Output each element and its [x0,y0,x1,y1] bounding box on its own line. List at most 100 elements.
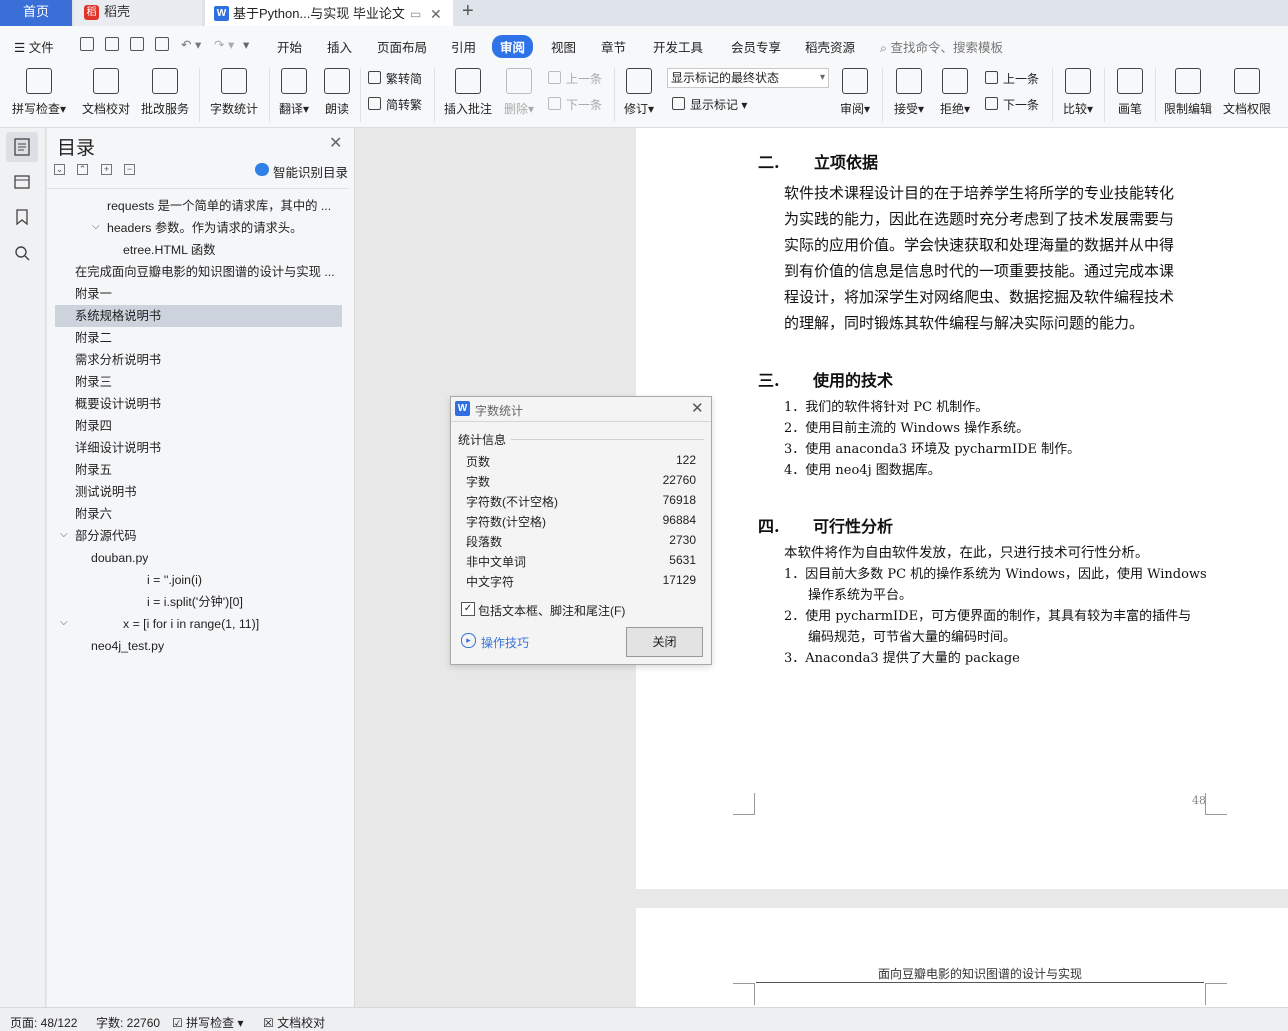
tab-daoke[interactable]: 稻 稻壳 [74,0,202,26]
menu-references[interactable]: 引用 [451,37,476,56]
toc-item[interactable]: x = [i for i in range(1, 11)] [123,613,259,635]
simp-to-trad-button[interactable]: 简转繁 [368,96,422,113]
next-change-button[interactable]: 下一条 [985,96,1039,113]
chevron-down-icon[interactable]: ⌵ [60,617,68,628]
collapse-all-icon[interactable]: ⌄ [54,164,65,175]
redo-icon[interactable]: ↷ ▾ [214,37,234,52]
command-search[interactable]: ⌕ 查找命令、搜索模板 [880,37,1003,56]
undo-icon[interactable]: ↶ ▾ [181,37,201,52]
toc-item[interactable]: 需求分析说明书 [75,349,161,371]
revise-button[interactable]: 修订▾ [620,68,658,117]
toc-item-selected[interactable]: 系统规格说明书 [55,305,342,327]
read-aloud-label: 朗读 [324,102,349,116]
correction-service-button[interactable]: 批改服务 [138,68,192,117]
tab-document[interactable]: W 基于Python...与实现 毕业论文 ▭ ✕ [205,0,453,26]
menu-page-layout[interactable]: 页面布局 [377,37,427,56]
toc-item[interactable]: 附录一 [75,283,112,305]
toc-item[interactable]: douban.py [91,547,148,569]
include-textbox-checkbox[interactable]: 包括文本框、脚注和尾注(F) [461,602,625,619]
ribbon-divider [1052,68,1053,122]
print-icon[interactable] [130,37,144,51]
export-pdf-icon[interactable] [105,37,119,51]
toc-item[interactable]: etree.HTML 函数 [123,239,215,261]
reject-button[interactable]: 拒绝▾ [936,68,974,117]
menu-chapter[interactable]: 章节 [601,37,626,56]
toc-item[interactable]: 详细设计说明书 [75,437,161,459]
heading-number: 四. [758,517,780,536]
toc-item[interactable]: 在完成面向豆瓣电影的知识图谱的设计与实现 ... [75,261,337,283]
status-proof-button[interactable]: ☒ 文档校对 [263,1014,325,1031]
prev-change-button[interactable]: 上一条 [985,70,1039,87]
dialog-close-icon[interactable]: ✕ [691,399,704,417]
page-indicator[interactable]: 页面: 48/122 [10,1014,77,1031]
toc-item[interactable]: 部分源代码 [75,525,137,547]
menu-member[interactable]: 会员专享 [731,37,781,56]
insert-comment-button[interactable]: 插入批注 [441,68,495,117]
bookmark-icon[interactable] [13,208,31,226]
toc-item[interactable]: i = ''.join(i) [147,569,202,591]
delete-comment-button[interactable]: 删除▾ [500,68,538,117]
trad-to-simp-label: 繁转简 [386,72,423,86]
toc-item[interactable]: 测试说明书 [75,481,137,503]
toc-item[interactable]: 概要设计说明书 [75,393,161,415]
save-icon[interactable] [80,37,94,51]
file-menu[interactable]: ☰ 文件 [14,37,54,56]
add-heading-icon[interactable]: + [101,164,112,175]
accept-button[interactable]: 接受▾ [890,68,928,117]
prev-comment-button[interactable]: 上一条 [548,70,602,87]
toc-item[interactable]: 附录三 [75,371,112,393]
compare-button[interactable]: 比较▾ [1059,68,1097,117]
chevron-down-icon[interactable]: ⌵ [60,529,68,540]
list-item: 2．使用目前主流的 Windows 操作系统。 [784,421,1030,436]
menu-dev-tools[interactable]: 开发工具 [653,37,703,56]
toc-item[interactable]: headers 参数。作为请求的请求头。 [107,217,302,239]
close-pane-icon[interactable]: ✕ [329,133,342,153]
word-count-button[interactable]: 字数统计 [206,68,262,117]
print-preview-icon[interactable] [155,37,169,51]
toc-item[interactable]: 附录五 [75,459,112,481]
next-comment-button[interactable]: 下一条 [548,96,602,113]
tips-link[interactable]: 操作技巧 [461,633,529,651]
toc-item[interactable]: neo4j_test.py [91,635,164,657]
restrict-edit-button[interactable]: 限制编辑 [1161,68,1215,117]
toc-item[interactable]: requests 是一个简单的请求库，其中的 ... [107,195,337,217]
remove-heading-icon[interactable]: − [124,164,135,175]
doc-permission-button[interactable]: 文档权限 [1220,68,1274,117]
trad-to-simp-button[interactable]: 繁转简 [368,70,422,87]
review-pane-button[interactable]: 审阅▾ [836,68,874,117]
toc-item[interactable]: 附录六 [75,503,112,525]
search-panel-icon[interactable] [13,244,31,262]
paragraph-line: 程设计，将加深学生对网络爬虫、数据挖掘及软件编程技术 [784,288,1175,306]
read-aloud-button[interactable]: 朗读 [320,68,354,117]
show-markup-button[interactable]: 显示标记 ▾ [672,96,747,113]
toc-item[interactable]: 附录二 [75,327,112,349]
pin-icon[interactable]: ▭ [410,2,421,26]
toc-item[interactable]: i = i.split('分钟')[0] [147,591,243,613]
close-tab-icon[interactable]: ✕ [430,2,442,26]
command-search-placeholder: 查找命令、搜索模板 [890,41,1004,55]
translate-button[interactable]: 翻译▾ [275,68,313,117]
tab-home[interactable]: 首页 [0,0,72,26]
status-spellcheck-button[interactable]: ☑ 拼写检查 ▾ [172,1014,243,1031]
word-count-indicator[interactable]: 字数: 22760 [96,1014,160,1031]
review-pane-icon [842,68,868,94]
toc-item[interactable]: 附录四 [75,415,112,437]
pen-button[interactable]: 画笔 [1112,68,1148,117]
toc-panel-icon[interactable] [13,138,31,156]
markup-state-select[interactable]: 显示标记的最终状态 [667,68,829,88]
menu-daoke-resources[interactable]: 稻壳资源 [805,37,855,56]
more-quick-icon[interactable]: ▾ [243,37,249,52]
expand-all-icon[interactable]: ⌃ [77,164,88,175]
menu-review[interactable]: 审阅 [492,35,534,58]
menu-view[interactable]: 视图 [551,37,576,56]
stat-label: 字符数(不计空格) [466,495,558,509]
section-panel-icon[interactable] [13,172,31,190]
menu-start[interactable]: 开始 [277,37,302,56]
doc-proof-button[interactable]: 文档校对 [79,68,133,117]
chevron-down-icon[interactable]: ⌵ [92,221,100,232]
close-button[interactable]: 关闭 [626,627,703,657]
smart-toc-button[interactable]: 智能识别目录 [255,162,348,181]
spellcheck-button[interactable]: 拼写检查▾ [8,68,70,117]
new-tab-button[interactable]: + [462,0,482,26]
menu-insert[interactable]: 插入 [327,37,352,56]
